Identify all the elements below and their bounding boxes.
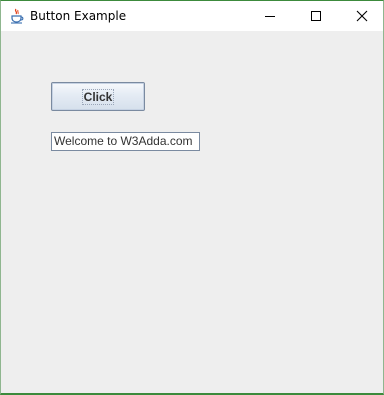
content-pane: Click Welcome to W3Adda.com bbox=[1, 31, 383, 393]
close-icon bbox=[356, 10, 368, 22]
message-text-field[interactable]: Welcome to W3Adda.com bbox=[51, 132, 200, 151]
click-button[interactable]: Click bbox=[51, 82, 145, 111]
minimize-button[interactable] bbox=[247, 1, 293, 31]
title-bar[interactable]: Button Example bbox=[1, 1, 383, 31]
minimize-icon bbox=[265, 16, 275, 17]
window-title: Button Example bbox=[30, 9, 127, 23]
close-button[interactable] bbox=[339, 1, 384, 31]
app-window: Button Example Click Welcome to W3Adda.c… bbox=[0, 0, 384, 395]
click-button-label: Click bbox=[81, 88, 115, 105]
java-cup-icon[interactable] bbox=[9, 8, 25, 24]
maximize-icon bbox=[311, 11, 321, 21]
maximize-button[interactable] bbox=[293, 1, 339, 31]
